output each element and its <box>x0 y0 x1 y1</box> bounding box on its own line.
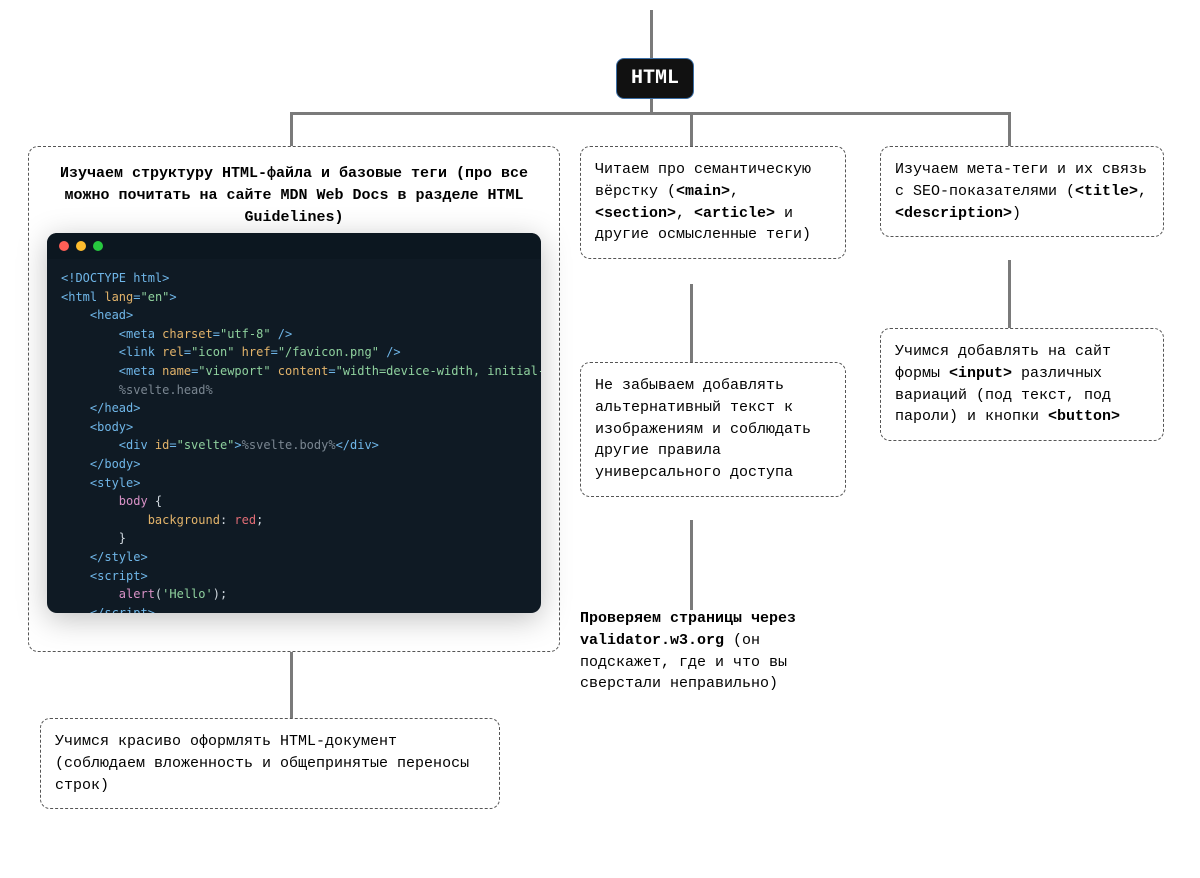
code-content: <!DOCTYPE html> <html lang="en"> <head> … <box>47 259 541 613</box>
connector <box>690 112 693 148</box>
node-alt-text: Не забываем добавлять альтернативный тек… <box>595 377 811 481</box>
root-node-html: HTML <box>616 58 694 99</box>
node-format-text: Учимся красиво оформлять HTML-документ (… <box>55 733 469 794</box>
root-label: HTML <box>631 67 679 90</box>
node-alt: Не забываем добавлять альтернативный тек… <box>580 362 846 497</box>
node-validator-b1: Проверяем страницы через validator.w3.or… <box>580 610 796 649</box>
tag-input: <input> <box>949 365 1012 382</box>
tag-article: <article> <box>694 205 775 222</box>
minimize-dot-icon <box>76 241 86 251</box>
connector <box>650 10 653 62</box>
connector <box>690 284 693 364</box>
tag-description: <description> <box>895 205 1012 222</box>
code-window-titlebar <box>47 233 541 259</box>
connector <box>1008 260 1011 330</box>
connector <box>1008 112 1011 148</box>
node-forms: Учимся добавлять на сайт формы <input> р… <box>880 328 1164 441</box>
tag-button: <button> <box>1048 408 1120 425</box>
node-meta: Изучаем мета-теги и их связь с SEO-показ… <box>880 146 1164 237</box>
node-semantic: Читаем про семантическую вёрстку (<main>… <box>580 146 846 259</box>
tag-title: <title> <box>1075 183 1138 200</box>
node-validator: Проверяем страницы через validator.w3.or… <box>580 608 830 695</box>
connector <box>690 520 693 610</box>
tag-section: <section> <box>595 205 676 222</box>
connector <box>290 640 293 720</box>
code-window: <!DOCTYPE html> <html lang="en"> <head> … <box>47 233 541 613</box>
close-dot-icon <box>59 241 69 251</box>
node-meta-p2: ) <box>1012 205 1021 222</box>
node-structure-title: Изучаем структуру HTML-файла и базовые т… <box>45 163 543 228</box>
node-format: Учимся красиво оформлять HTML-документ (… <box>40 718 500 809</box>
node-structure: Изучаем структуру HTML-файла и базовые т… <box>28 146 560 652</box>
zoom-dot-icon <box>93 241 103 251</box>
connector <box>290 112 293 148</box>
tag-main: <main> <box>676 183 730 200</box>
